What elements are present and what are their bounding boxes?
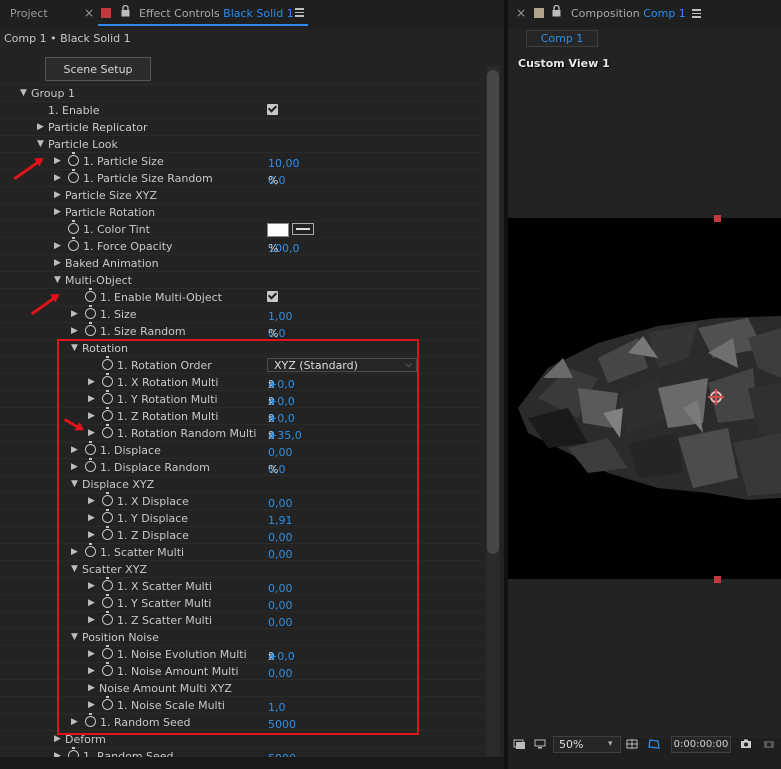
always-preview-icon[interactable] [513, 739, 525, 749]
comp-navigator-button[interactable]: Comp 1 [526, 30, 598, 47]
tab-composition-label: Composition [571, 7, 640, 20]
property-row[interactable]: ▶ Particle Rotation [0, 203, 484, 221]
expand-triangle-icon[interactable]: ▶ [54, 258, 61, 268]
stopwatch-icon[interactable] [68, 237, 79, 251]
property-label: Baked Animation [65, 257, 159, 270]
panel-menu-icon[interactable] [692, 9, 701, 18]
chevron-down-icon: ▾ [608, 739, 613, 749]
property-label: Particle Rotation [65, 206, 156, 219]
property-label: 1. Enable [48, 104, 100, 117]
resolution-grid-icon[interactable] [626, 739, 638, 749]
layer-color-swatch [101, 8, 111, 18]
tab-effect-controls-layer: Black Solid 1 [223, 7, 294, 20]
lock-icon[interactable] [552, 5, 561, 17]
active-tab-indicator [98, 24, 308, 26]
collapse-triangle-icon[interactable]: ▼ [54, 275, 61, 285]
property-label: 1. Size [100, 308, 137, 321]
breadcrumb: Comp 1 • Black Solid 1 [4, 32, 131, 45]
property-label: Particle Replicator [48, 121, 148, 134]
expand-triangle-icon[interactable]: ▶ [54, 156, 61, 166]
stopwatch-icon[interactable] [68, 169, 79, 183]
highlight-annotation-box [57, 339, 419, 735]
enable-checkbox[interactable] [267, 104, 278, 115]
panel-menu-icon[interactable] [295, 8, 304, 17]
show-snapshot-icon[interactable] [763, 739, 775, 749]
view-label: Custom View 1 [518, 57, 610, 70]
property-row[interactable]: 1. Color Tint [0, 220, 484, 238]
property-label: Particle Size XYZ [65, 189, 158, 202]
expand-triangle-icon[interactable]: ▶ [54, 207, 61, 217]
stopwatch-icon[interactable] [68, 220, 79, 234]
composition-canvas[interactable] [508, 218, 781, 579]
lock-icon[interactable] [121, 5, 130, 17]
composition-panel: × Composition Comp 1 Comp 1 Custom View … [508, 0, 781, 769]
stopwatch-icon[interactable] [85, 322, 96, 336]
close-icon[interactable]: × [516, 6, 526, 20]
property-row[interactable]: 1. Enable [0, 101, 484, 119]
panel-tab-bar: Project × Effect Controls Black Solid 1 [0, 0, 504, 28]
canvas-top-handle[interactable] [714, 215, 721, 222]
color-swatch[interactable] [267, 223, 289, 237]
tab-effect-controls-label: Effect Controls [139, 7, 220, 20]
comp-color-swatch [534, 8, 544, 18]
property-label: Multi-Object [65, 274, 132, 287]
property-label: 1. Particle Size Random [83, 172, 213, 185]
collapse-triangle-icon[interactable]: ▼ [20, 88, 27, 98]
tab-effect-controls[interactable]: Effect Controls Black Solid 1 [139, 7, 294, 20]
property-label: Group 1 [31, 87, 75, 100]
stopwatch-icon[interactable] [68, 152, 79, 166]
tab-project[interactable]: Project [10, 7, 48, 20]
property-row[interactable]: ▶ 1. Size Random 0,0% [0, 322, 484, 340]
property-row[interactable]: ▶ 1. Particle Size 10,00 [0, 152, 484, 170]
stopwatch-icon[interactable] [85, 305, 96, 319]
anchor-point-icon[interactable] [708, 389, 724, 405]
expand-triangle-icon[interactable]: ▶ [71, 326, 78, 336]
property-row[interactable]: ▼ Multi-Object [0, 271, 484, 289]
particle-render-image [518, 316, 781, 500]
tab-composition[interactable]: Composition Comp 1 [571, 7, 686, 20]
property-row[interactable]: ▶ 1. Force Opacity 100,0% [0, 237, 484, 255]
scrollbar-thumb[interactable] [487, 70, 499, 554]
property-label: 1. Size Random [100, 325, 186, 338]
stopwatch-icon[interactable] [85, 288, 96, 302]
tab-composition-name: Comp 1 [643, 7, 686, 20]
composition-tab-bar: × Composition Comp 1 [508, 0, 781, 28]
expand-triangle-icon[interactable]: ▶ [54, 190, 61, 200]
property-row[interactable]: ▶ 1. Size 1,00 [0, 305, 484, 323]
zoom-value: 50% [559, 738, 584, 751]
expand-triangle-icon[interactable]: ▶ [71, 309, 78, 319]
property-label: 1. Force Opacity [83, 240, 173, 253]
eyedropper-icon[interactable] [292, 223, 314, 235]
expand-triangle-icon[interactable]: ▶ [37, 122, 44, 132]
property-row[interactable]: ▼ Particle Look [0, 135, 484, 153]
snapshot-camera-icon[interactable] [740, 739, 752, 749]
effect-controls-panel: Project × Effect Controls Black Solid 1 … [0, 0, 504, 769]
scene-setup-button[interactable]: Scene Setup [45, 57, 151, 81]
property-row[interactable]: 1. Enable Multi-Object [0, 288, 484, 306]
property-row[interactable]: ▶ Particle Size XYZ [0, 186, 484, 204]
property-label: 1. Color Tint [83, 223, 150, 236]
horizontal-scrollbar[interactable] [0, 757, 504, 769]
expand-triangle-icon[interactable]: ▶ [54, 734, 61, 744]
canvas-bottom-handle[interactable] [714, 576, 721, 583]
region-of-interest-icon[interactable] [648, 739, 660, 749]
property-row[interactable]: ▼ Group 1 [0, 84, 484, 102]
property-label: 1. Enable Multi-Object [100, 291, 222, 304]
zoom-select[interactable]: 50% ▾ [553, 736, 621, 753]
expand-triangle-icon[interactable]: ▶ [54, 173, 61, 183]
property-row[interactable]: ▶ Baked Animation [0, 254, 484, 272]
collapse-triangle-icon[interactable]: ▼ [37, 139, 44, 149]
property-label: 1. Particle Size [83, 155, 164, 168]
property-label: Particle Look [48, 138, 118, 151]
current-time-display[interactable]: 0:00:00:00 [671, 736, 731, 753]
enable-checkbox[interactable] [267, 291, 278, 302]
monitor-icon[interactable] [534, 739, 546, 749]
property-row[interactable]: ▶ Particle Replicator [0, 118, 484, 136]
expand-triangle-icon[interactable]: ▶ [54, 241, 61, 251]
property-row[interactable]: ▶ 1. Particle Size Random 0,0% [0, 169, 484, 187]
close-icon[interactable]: × [84, 6, 94, 20]
